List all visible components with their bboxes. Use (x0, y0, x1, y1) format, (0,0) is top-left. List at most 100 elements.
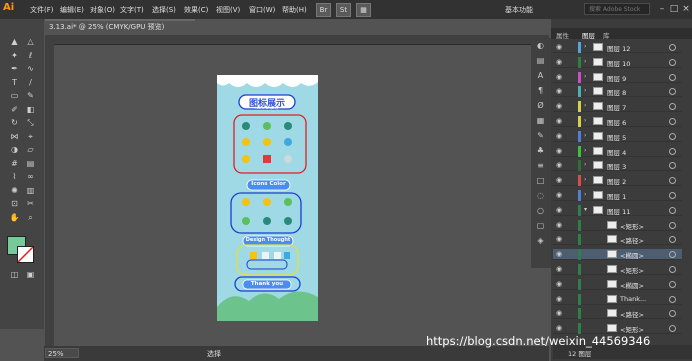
target-circle-icon[interactable] (669, 251, 676, 259)
menu-item[interactable]: 文字(T) (120, 5, 144, 15)
layer-row[interactable]: ◉ › 图层 6 (553, 116, 682, 127)
hand-tool-icon[interactable]: ✋ (9, 213, 20, 223)
shaper-tool-icon[interactable]: ✐ (9, 105, 20, 115)
target-circle-icon[interactable] (669, 177, 676, 185)
visibility-eye-icon[interactable]: ◉ (556, 43, 562, 51)
layer-row[interactable]: ◉ › 图层 1 (553, 190, 682, 201)
blend-tool-icon[interactable]: ∞ (25, 172, 36, 182)
menu-item[interactable]: 编辑(E) (60, 5, 84, 15)
visibility-eye-icon[interactable]: ◉ (556, 191, 562, 199)
expand-chevron-icon[interactable]: › (584, 161, 586, 168)
layer-row[interactable]: ◉ › 图层 3 (553, 160, 682, 172)
expand-chevron-icon[interactable]: › (584, 132, 586, 139)
visibility-eye-icon[interactable]: ◉ (556, 176, 562, 184)
visibility-eye-icon[interactable]: ◉ (556, 221, 562, 229)
free-transform-tool-icon[interactable]: ⌖ (25, 132, 36, 142)
workspace-switcher[interactable]: 基本功能 (505, 5, 533, 15)
visibility-eye-icon[interactable]: ◉ (556, 265, 562, 273)
symbols-icon[interactable]: ♣ (535, 146, 546, 156)
sublayer-row[interactable]: ◉ Thank... (553, 293, 682, 305)
screen-mode-icon[interactable]: ▣ (25, 270, 36, 280)
gradient-tool-icon[interactable]: ▤ (25, 159, 36, 169)
expand-chevron-icon[interactable]: › (584, 73, 586, 80)
document-tab[interactable]: 3.13.ai* @ 25% (CMYK/GPU 预览) (45, 19, 195, 35)
expand-chevron-icon[interactable]: › (584, 58, 586, 65)
target-circle-icon[interactable] (669, 280, 676, 288)
appearance-icon[interactable]: ○ (535, 206, 546, 216)
visibility-eye-icon[interactable]: ◉ (556, 295, 562, 303)
layer-row[interactable]: ◉ › 图层 8 (553, 86, 682, 98)
direct-selection-tool-icon[interactable]: △ (25, 37, 36, 47)
gradient-icon[interactable]: □ (535, 176, 546, 186)
visibility-eye-icon[interactable]: ◉ (556, 280, 562, 288)
visibility-eye-icon[interactable]: ◉ (556, 147, 562, 155)
panel-tab[interactable]: 图层 (582, 30, 595, 40)
stock-search-input[interactable]: 搜索 Adobe Stock (584, 3, 650, 15)
draw-mode-icon[interactable]: ◫ (9, 270, 20, 280)
target-circle-icon[interactable] (669, 236, 676, 244)
stock-icon[interactable]: St (336, 3, 351, 17)
visibility-eye-icon[interactable]: ◉ (556, 102, 562, 110)
target-circle-icon[interactable] (669, 147, 676, 155)
panel-tab[interactable]: 属性 (556, 30, 569, 40)
sublayer-row[interactable]: ◉ <路径> (553, 234, 682, 246)
target-circle-icon[interactable] (669, 266, 676, 273)
menu-item[interactable]: 对象(O) (90, 5, 115, 15)
shape-builder-tool-icon[interactable]: ◑ (9, 145, 20, 155)
visibility-eye-icon[interactable]: ◉ (556, 58, 562, 66)
target-circle-icon[interactable] (669, 162, 676, 170)
target-circle-icon[interactable] (669, 73, 676, 81)
eraser-tool-icon[interactable]: ◧ (25, 105, 36, 115)
target-circle-icon[interactable] (669, 103, 676, 111)
graph-tool-icon[interactable]: ▥ (25, 186, 36, 196)
rectangle-tool-icon[interactable]: ▭ (9, 91, 20, 101)
curvature-tool-icon[interactable]: ∿ (25, 64, 36, 74)
artboard-tool-icon[interactable]: ⊡ (9, 199, 20, 209)
layer-row[interactable]: ◉ ▾ 图层 11 (553, 204, 682, 216)
symbol-sprayer-tool-icon[interactable]: ✺ (9, 186, 20, 196)
color-guide-icon[interactable]: ▤ (535, 56, 546, 66)
target-circle-icon[interactable] (669, 310, 676, 318)
swatches-icon[interactable]: ▦ (535, 116, 546, 126)
close-icon[interactable]: × (681, 3, 691, 15)
zoom-tool-icon[interactable]: ⌕ (25, 213, 36, 223)
color-panel-icon[interactable]: ◐ (535, 41, 546, 51)
menu-item[interactable]: 帮助(H) (282, 5, 307, 15)
eyedropper-tool-icon[interactable]: ⌇ (9, 172, 20, 182)
pen-tool-icon[interactable]: ✒ (9, 64, 20, 74)
layer-row[interactable]: ◉ › 图层 7 (553, 101, 682, 113)
zoom-select[interactable]: 25% (45, 348, 79, 358)
visibility-eye-icon[interactable]: ◉ (556, 117, 562, 125)
layer-row[interactable]: ◉ › 图层 2 (553, 175, 682, 187)
target-circle-icon[interactable] (669, 88, 676, 96)
width-tool-icon[interactable]: ⋈ (9, 132, 20, 142)
opentype-icon[interactable]: Ø (535, 101, 546, 111)
sublayer-row[interactable]: ◉ <矩形> (553, 323, 682, 335)
layer-row[interactable]: ◉ › 图层 12 (553, 42, 682, 53)
visibility-eye-icon[interactable]: ◉ (556, 161, 562, 169)
visibility-eye-icon[interactable]: ◉ (556, 73, 562, 81)
target-circle-icon[interactable] (669, 206, 676, 214)
expand-chevron-icon[interactable]: › (584, 102, 586, 109)
lasso-tool-icon[interactable]: ℓ (25, 51, 36, 61)
visibility-eye-icon[interactable]: ◉ (556, 132, 562, 140)
visibility-eye-icon[interactable]: ◉ (556, 324, 562, 332)
target-circle-icon[interactable] (669, 295, 676, 303)
target-circle-icon[interactable] (669, 221, 676, 229)
arrange-icon[interactable]: ▦ (356, 3, 371, 17)
bridge-icon[interactable]: Br (316, 3, 331, 17)
layer-row[interactable]: ◉ › 图层 9 (553, 71, 682, 83)
expand-chevron-icon[interactable]: ▾ (584, 206, 587, 213)
type-icon[interactable]: A (535, 71, 546, 81)
sublayer-row[interactable]: ◉ <路径> (553, 308, 682, 320)
sublayer-row[interactable]: ◉ <椭圆> (553, 249, 682, 261)
target-circle-icon[interactable] (669, 58, 676, 66)
target-circle-icon[interactable] (669, 44, 676, 51)
maximize-icon[interactable]: □ (669, 3, 679, 15)
visibility-eye-icon[interactable]: ◉ (556, 87, 562, 95)
artboard[interactable]: 图标展示 Icons Display Icons Color Design Th… (217, 75, 318, 321)
graphic-styles-icon[interactable]: ▢ (535, 221, 546, 231)
layer-row[interactable]: ◉ › 图层 5 (553, 130, 682, 142)
expand-chevron-icon[interactable]: › (584, 87, 586, 94)
target-circle-icon[interactable] (669, 325, 676, 333)
